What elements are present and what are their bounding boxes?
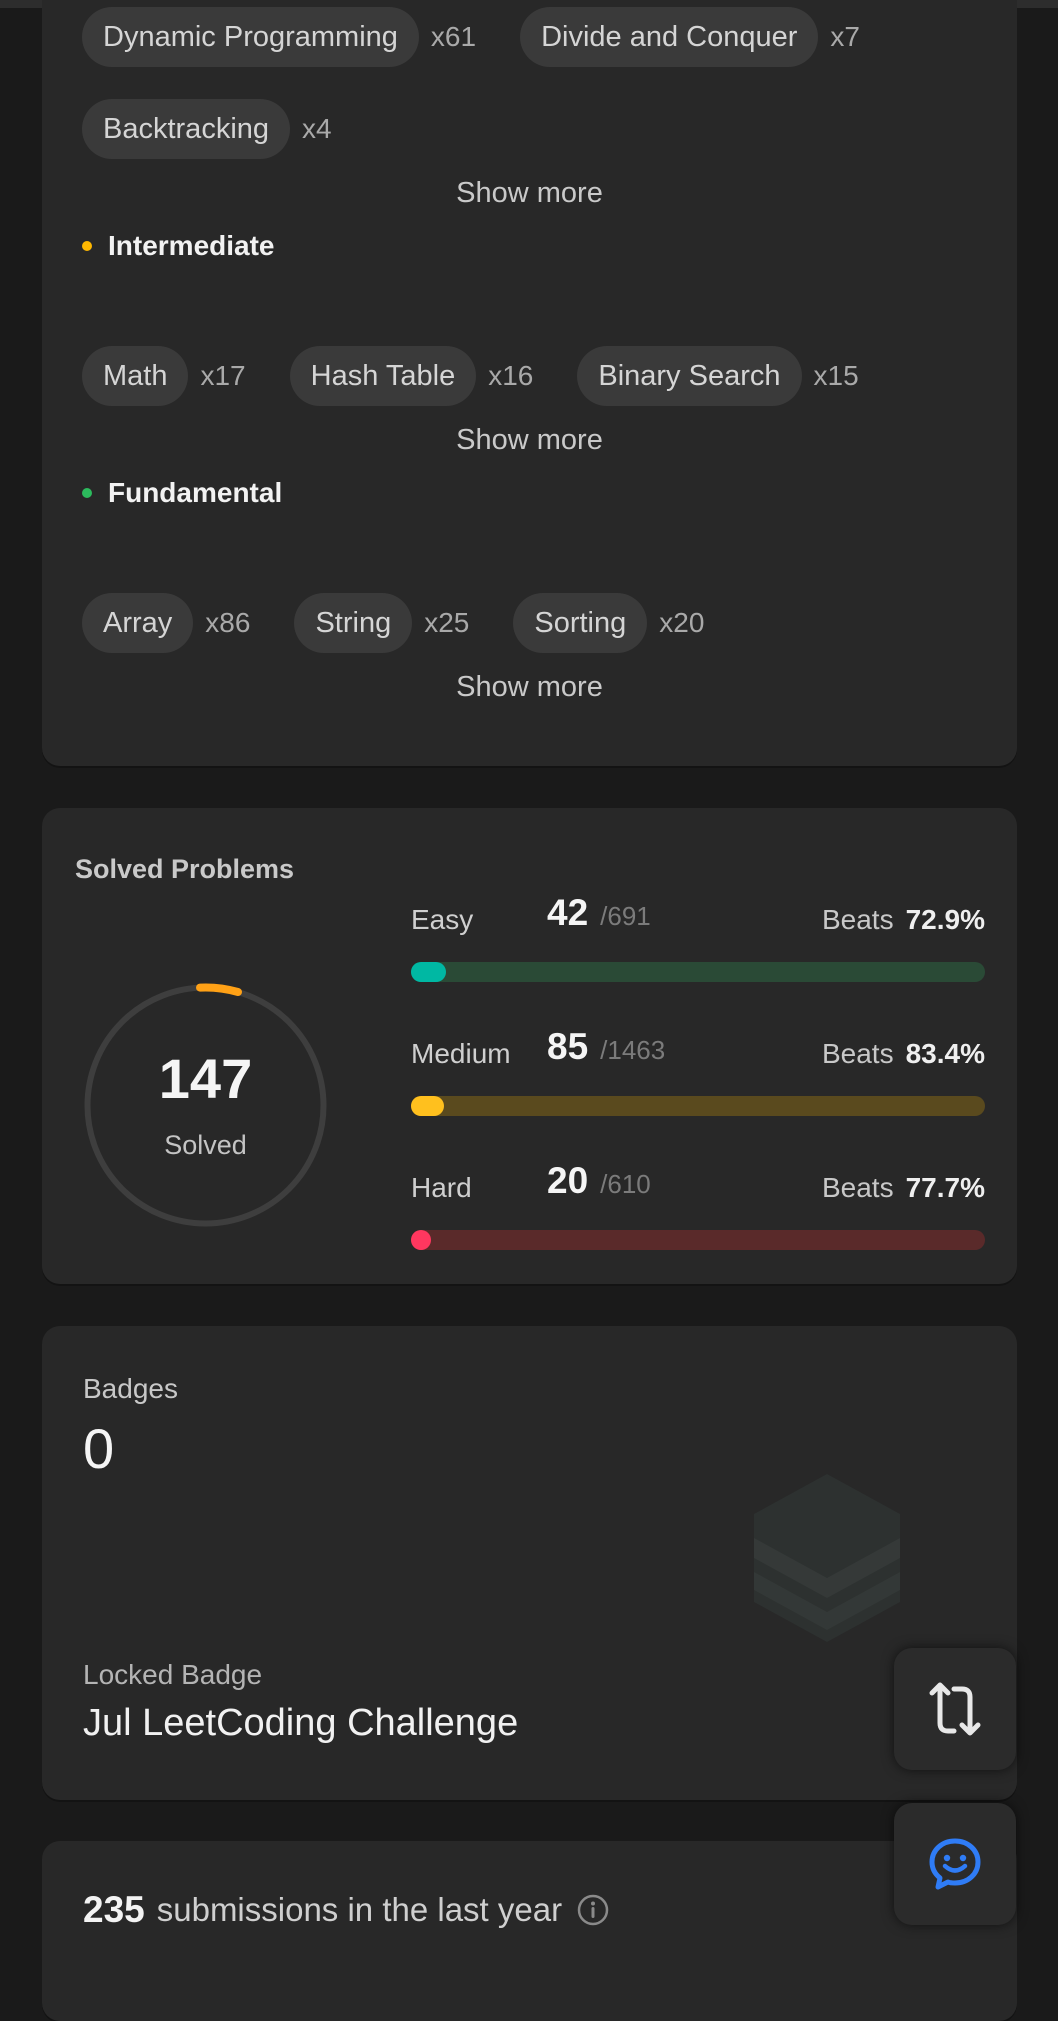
difficulty-easy: Easy 42/691 Beats 72.9% [411, 892, 985, 940]
tag-array[interactable]: Array [82, 593, 194, 653]
tag-count: x61 [430, 21, 477, 52]
show-more-fundamental[interactable]: Show more [42, 671, 1017, 704]
advanced-tag-row-2: Backtracking x4 [82, 99, 376, 159]
difficulty-solved: 85/1463 [547, 1026, 665, 1068]
difficulty-hard: Hard 20/610 Beats 77.7% [411, 1160, 985, 1208]
tag-count: x86 [205, 607, 251, 638]
show-more-advanced[interactable]: Show more [42, 177, 1017, 210]
ring-arc-medium [196, 983, 242, 996]
difficulty-solved: 42/691 [547, 892, 651, 934]
tag-string[interactable]: String [294, 593, 413, 653]
tag-hash-table[interactable]: Hash Table [289, 346, 477, 406]
progress-fill-easy [411, 962, 446, 982]
progress-bar-medium [411, 1096, 985, 1116]
difficulty-beats: Beats 77.7% [822, 1172, 985, 1204]
difficulty-total: /610 [600, 1169, 651, 1199]
locked-badge-name[interactable]: Jul LeetCoding Challenge [83, 1702, 518, 1745]
solved-total-label: Solved [164, 1130, 247, 1160]
chat-smiley-icon [929, 1838, 981, 1890]
beats-value: 77.7% [905, 1172, 985, 1203]
intermediate-label: Intermediate [108, 230, 275, 261]
solved-total: 147 [158, 1047, 253, 1110]
intermediate-dot [82, 241, 92, 251]
tag-backtracking[interactable]: Backtracking [82, 99, 291, 159]
tag-count: x17 [200, 360, 246, 391]
submissions-text: submissions in the last year [156, 1891, 563, 1928]
locked-badge-label: Locked Badge [83, 1659, 263, 1690]
tag-count: x25 [424, 607, 470, 638]
tag-count: x7 [830, 21, 860, 52]
tag-sorting[interactable]: Sorting [513, 593, 648, 653]
beats-value: 83.4% [905, 1038, 985, 1069]
advanced-tag-row-1: Dynamic Programming x61 Divide and Conqu… [82, 7, 904, 67]
tag-binary-search[interactable]: Binary Search [577, 346, 802, 406]
beats-label: Beats [821, 1038, 894, 1069]
badges-card: Badges 0 Locked Badge Jul LeetCoding Cha… [42, 1326, 1017, 1800]
tag-count: x15 [813, 360, 859, 391]
tag-count: x16 [488, 360, 534, 391]
difficulty-beats: Beats 72.9% [822, 904, 985, 936]
skills-card: Dynamic Programming x61 Divide and Conqu… [42, 0, 1017, 766]
solved-count: 85 [547, 1026, 589, 1067]
beats-label: Beats [821, 904, 894, 935]
difficulty-total: /691 [600, 901, 651, 931]
locked-badge-hexagon-icon [754, 1474, 900, 1642]
fundamental-tag-row: Array x86 String x25 Sorting x20 [82, 593, 748, 653]
solved-problems-title: Solved Problems [75, 854, 295, 884]
beats-value: 72.9% [905, 904, 985, 935]
tag-dynamic-programming[interactable]: Dynamic Programming [82, 7, 419, 67]
progress-fill-hard [411, 1230, 431, 1250]
solved-problems-card: Solved Problems 147 Solved Easy 42/691 B… [42, 808, 1017, 1284]
switch-layout-icon [929, 1682, 981, 1736]
difficulty-solved: 20/610 [547, 1160, 651, 1202]
difficulty-name: Medium [411, 1038, 511, 1069]
beats-label: Beats [821, 1172, 894, 1203]
difficulty-medium: Medium 85/1463 Beats 83.4% [411, 1026, 985, 1074]
fundamental-heading: Fundamental [82, 477, 282, 509]
difficulty-name: Easy [411, 904, 474, 935]
intermediate-tag-row: Math x17 Hash Table x16 Binary Search x1… [82, 346, 903, 406]
submissions-summary: 235 submissions in the last year [83, 1889, 610, 1931]
progress-bar-hard [411, 1230, 985, 1250]
submissions-count: 235 [83, 1889, 145, 1930]
intermediate-heading: Intermediate [82, 230, 275, 262]
badges-count: 0 [83, 1417, 115, 1480]
solved-count: 20 [547, 1160, 589, 1201]
tag-count: x20 [659, 607, 705, 638]
solved-count: 42 [547, 892, 589, 933]
submissions-card: 235 submissions in the last year [42, 1841, 1017, 2021]
show-more-intermediate[interactable]: Show more [42, 424, 1017, 457]
fundamental-dot [82, 488, 92, 498]
badges-label: Badges [83, 1373, 178, 1404]
tag-count: x4 [302, 113, 332, 144]
switch-layout-button[interactable] [894, 1648, 1016, 1770]
tag-math[interactable]: Math [82, 346, 189, 406]
difficulty-total: /1463 [600, 1035, 666, 1065]
info-icon[interactable] [576, 1893, 610, 1927]
progress-bar-easy [411, 962, 985, 982]
fundamental-label: Fundamental [108, 477, 283, 508]
difficulty-beats: Beats 83.4% [822, 1038, 985, 1070]
tag-divide-and-conquer[interactable]: Divide and Conquer [520, 7, 819, 67]
progress-fill-medium [411, 1096, 445, 1116]
chat-button[interactable] [894, 1803, 1016, 1925]
difficulty-name: Hard [411, 1172, 472, 1203]
